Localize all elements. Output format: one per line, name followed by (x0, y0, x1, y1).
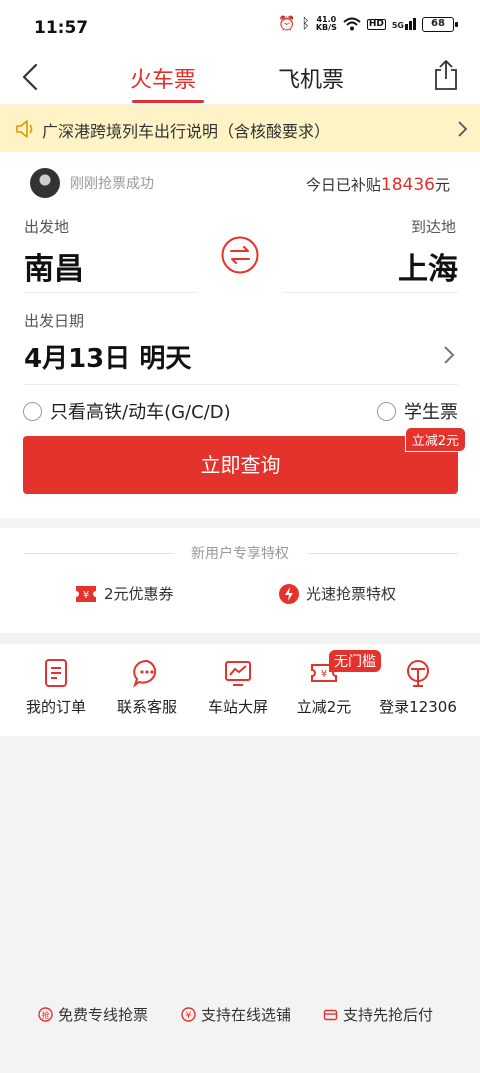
grab-status-text: 刚刚抢票成功 (70, 176, 154, 192)
status-icons: ⏰ ᛒ 41.0 KB/S HD 5G 68 (278, 15, 458, 32)
quick-link-customer-service[interactable]: 联系客服 (99, 658, 195, 717)
svg-text:¥: ¥ (321, 669, 327, 680)
quick-link-station-screen[interactable]: 车站大屏 (190, 658, 286, 717)
lightning-icon (279, 583, 299, 604)
active-tab-indicator (132, 100, 204, 103)
share-icon[interactable] (432, 58, 460, 92)
date-divider (24, 384, 458, 385)
departure-date-field[interactable]: 4月13日 明天 (24, 338, 191, 375)
from-divider (24, 292, 196, 293)
status-time: 11:57 (34, 18, 89, 38)
ticket-search-card: 刚刚抢票成功 今日已补贴18436元 出发地 到达地 南昌 上海 出发日期 4月… (0, 152, 480, 518)
railway-logo-icon (407, 660, 429, 687)
tab-flight-tickets[interactable]: 飞机票 (278, 62, 344, 94)
feature-online-berth: ¥ 支持在线选铺 (181, 1004, 291, 1025)
high-speed-only-option[interactable]: 只看高铁/动车(G/C/D) (23, 398, 231, 424)
notice-bar[interactable]: 广深港跨境列车出行说明（含核酸要求） (0, 106, 480, 152)
date-label: 出发日期 (24, 312, 85, 330)
subsidy-info: 今日已补贴18436元 (305, 175, 450, 195)
speaker-icon (16, 120, 33, 138)
order-icon (45, 659, 67, 687)
battery-icon: 68 (422, 16, 458, 32)
svg-text:¥: ¥ (83, 590, 89, 601)
svg-text:抢: 抢 (42, 1010, 50, 1020)
new-user-privileges: 新用户专享特权 ¥ 2元优惠券 光速抢票特权 (0, 528, 480, 633)
chevron-right-icon (458, 121, 468, 137)
student-ticket-option[interactable]: 学生票 (377, 398, 458, 424)
tab-train-tickets[interactable]: 火车票 (130, 62, 196, 94)
net-speed: 41.0 KB/S (315, 15, 337, 32)
subsidy-amount: 18436 (380, 175, 435, 195)
feature-free-grab: 抢 免费专线抢票 (38, 1004, 148, 1025)
grab-success-row: 刚刚抢票成功 (30, 168, 154, 198)
wifi-icon (343, 17, 361, 31)
wallet-icon (323, 1009, 338, 1021)
swap-cities-icon[interactable] (221, 236, 259, 274)
grab-icon: 抢 (38, 1007, 53, 1022)
bluetooth-icon: ᛒ (301, 16, 310, 32)
discount-badge: 立减2元 (404, 427, 466, 452)
from-label: 出发地 (24, 218, 70, 236)
yuan-icon: ¥ (181, 1007, 196, 1022)
signal-icon: 5G (392, 18, 416, 30)
privilege-fast-grab[interactable]: 光速抢票特权 (279, 583, 396, 604)
chat-icon (133, 659, 157, 688)
no-threshold-badge: 无门槛 (329, 650, 381, 672)
alarm-icon: ⏰ (278, 16, 296, 32)
privileges-title: 新用户专享特权 (191, 546, 289, 562)
to-label: 到达地 (410, 218, 456, 236)
quick-link-login-12306[interactable]: 登录12306 (370, 658, 466, 717)
screen-icon (225, 661, 251, 686)
svg-text:¥: ¥ (186, 1011, 192, 1021)
to-divider (284, 292, 458, 293)
quick-links: 我的订单 联系客服 车站大屏 ¥ 立减2元 登录12306 无门槛 (0, 644, 480, 736)
coupon-icon: ¥ (76, 585, 96, 602)
from-city-field[interactable]: 南昌 (24, 244, 84, 288)
radio-icon[interactable] (23, 401, 42, 421)
chevron-right-icon[interactable] (442, 344, 456, 366)
status-bar: 11:57 ⏰ ᛒ 41.0 KB/S HD 5G 68 (0, 0, 480, 52)
feature-pay-later: 支持先抢后付 (323, 1004, 433, 1025)
back-arrow-icon[interactable] (18, 62, 42, 92)
nav-bar: 火车票 飞机票 (0, 52, 480, 104)
notice-text: 广深港跨境列车出行说明（含核酸要求） (42, 122, 331, 141)
to-city-field[interactable]: 上海 (398, 244, 458, 288)
privilege-coupon[interactable]: ¥ 2元优惠券 (75, 583, 174, 604)
hd-icon: HD (366, 18, 386, 30)
user-avatar (30, 168, 60, 198)
search-button[interactable]: 立即查询 (23, 436, 458, 494)
footer-features: 抢 免费专线抢票 ¥ 支持在线选铺 支持先抢后付 (0, 1004, 480, 1028)
quick-link-my-orders[interactable]: 我的订单 (8, 658, 104, 717)
radio-icon[interactable] (377, 401, 396, 421)
